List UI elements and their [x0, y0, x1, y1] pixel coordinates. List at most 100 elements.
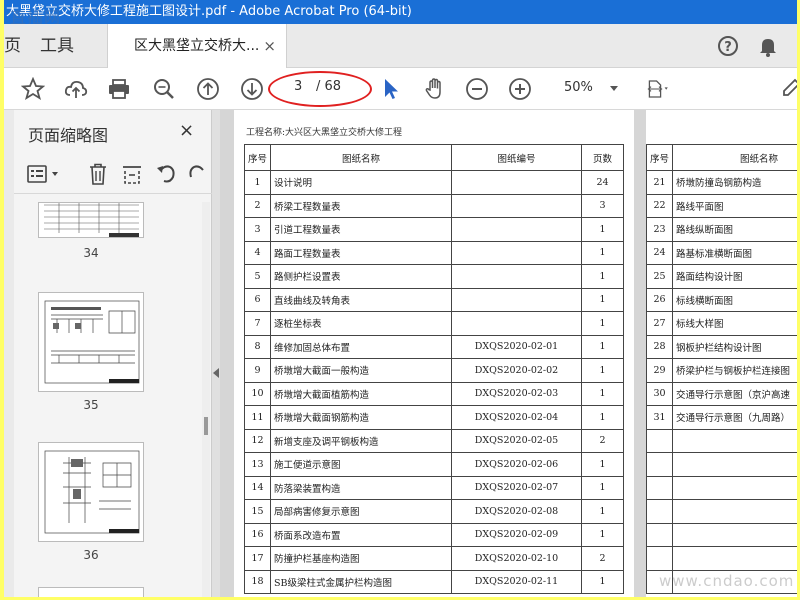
- table-cell: [672, 546, 797, 571]
- notification-bell-icon[interactable]: [756, 34, 780, 58]
- select-cursor-icon[interactable]: [378, 76, 404, 102]
- table-cell: 钢板护栏结构设计图: [672, 334, 797, 359]
- table-row: 22 路线平面图: [645, 193, 797, 218]
- table-cell: 2: [581, 428, 624, 453]
- svg-text:?: ?: [724, 40, 732, 55]
- thumbnail-scrollbar[interactable]: [202, 202, 210, 597]
- tab-close-icon[interactable]: ×: [263, 24, 276, 68]
- table-cell: 15: [243, 499, 272, 524]
- zoom-dropdown-icon[interactable]: [610, 86, 618, 91]
- table-cell: 27: [645, 311, 674, 336]
- search-zoom-icon[interactable]: [151, 76, 177, 102]
- table-header-row: 序号 图纸名称: [645, 144, 797, 171]
- table-row: 25 路面结构设计图: [645, 264, 797, 289]
- thumbnail-options-icon[interactable]: [26, 162, 62, 186]
- table-cell: 直线曲线及转角表: [270, 287, 452, 312]
- scrollbar-thumb[interactable]: [204, 417, 208, 435]
- table-row: 4 路面工程数量表 1: [243, 240, 624, 265]
- table-cell: [451, 287, 582, 312]
- table-cell: 施工便道示意图: [270, 452, 452, 477]
- zoom-in-icon[interactable]: [507, 76, 533, 102]
- zoom-out-icon[interactable]: [464, 76, 490, 102]
- thumbnail-list: 34 35 36: [14, 202, 200, 597]
- print-icon[interactable]: [106, 76, 132, 102]
- column-header: 图纸名称: [672, 144, 797, 171]
- panel-close-icon[interactable]: ×: [179, 120, 194, 141]
- table-cell: 设计说明: [270, 170, 452, 195]
- page-thumbnail-37[interactable]: [38, 587, 144, 597]
- delete-page-icon[interactable]: [86, 162, 110, 186]
- collapse-arrow-icon[interactable]: [213, 368, 219, 378]
- table-cell: 17: [243, 546, 272, 571]
- table-cell: 桥梁工程数量表: [270, 193, 452, 218]
- table-cell: 桥墩防撞岛钢筋构造: [672, 170, 797, 195]
- table-cell: 路面工程数量表: [270, 240, 452, 265]
- table-row: 9 桥墩增大截面一般构造 DXQS2020-02-02 1: [243, 358, 624, 383]
- help-icon[interactable]: ?: [716, 34, 740, 58]
- zoom-level[interactable]: 50%: [564, 80, 593, 95]
- table-cell: 30: [645, 381, 674, 406]
- next-page-icon[interactable]: [239, 76, 265, 102]
- table-cell: [672, 452, 797, 477]
- document-view: 工程名称:大兴区大黑垡立交桥大修工程 序号 图纸名称 图纸编号 页数 1 设计说明 24 2…: [220, 110, 797, 597]
- page-thumbnail-36[interactable]: [38, 442, 144, 542]
- extract-pages-icon[interactable]: [120, 162, 144, 186]
- table-cell: DXQS2020-02-11: [451, 569, 582, 594]
- table-cell: 26: [645, 287, 674, 312]
- thumbnail-label: 34: [83, 246, 99, 260]
- table-cell: 1: [581, 334, 624, 359]
- table-cell: 23: [645, 217, 674, 242]
- rotate-left-icon[interactable]: [154, 162, 178, 186]
- left-rail: [4, 110, 14, 597]
- page-thumbnails-panel: 页面缩略图 × 34 35 36: [14, 110, 212, 597]
- table-cell: 逐桩坐标表: [270, 311, 452, 336]
- table-cell: 1: [581, 569, 624, 594]
- page-thumbnail-35[interactable]: [38, 292, 144, 392]
- table-row: 21 桥墩防撞岛钢筋构造: [645, 170, 797, 195]
- table-row: 12 新增支座及调平钢板构造 DXQS2020-02-05 2: [243, 428, 624, 453]
- red-highlight-oval: [268, 71, 372, 107]
- rotate-right-icon[interactable]: [186, 162, 210, 186]
- table-cell: [451, 170, 582, 195]
- table-row: 5 路侧护栏设置表 1: [243, 264, 624, 289]
- table-cell: [645, 428, 674, 453]
- table-cell: 1: [581, 311, 624, 336]
- cloud-upload-icon[interactable]: [63, 76, 89, 102]
- table-cell: 2: [581, 546, 624, 571]
- page-thumbnail-34[interactable]: [38, 202, 144, 238]
- table-cell: 路面结构设计图: [672, 264, 797, 289]
- hand-tool-icon[interactable]: [422, 76, 448, 102]
- previous-page-icon[interactable]: [195, 76, 221, 102]
- table-cell: 交通导行示意图（九周路）: [672, 405, 797, 430]
- tab-home[interactable]: 页: [4, 24, 24, 68]
- table-cell: 29: [645, 358, 674, 383]
- fill-sign-icon[interactable]: [779, 76, 797, 102]
- table-cell: DXQS2020-02-05: [451, 428, 582, 453]
- table-cell: 7: [243, 311, 272, 336]
- table-cell: 桥面系改造布置: [270, 522, 452, 547]
- table-cell: [451, 193, 582, 218]
- panel-collapse-handle[interactable]: [212, 110, 220, 597]
- table-row: 28 钢板护栏结构设计图: [645, 334, 797, 359]
- table-cell: DXQS2020-02-02: [451, 358, 582, 383]
- table-row: 31 交通导行示意图（九周路）: [645, 405, 797, 430]
- bookmark-star-icon[interactable]: [20, 76, 46, 102]
- table-cell: 3: [581, 193, 624, 218]
- tab-tools[interactable]: 工具: [40, 24, 74, 68]
- table-cell: 13: [243, 452, 272, 477]
- table-row: [645, 546, 797, 571]
- table-row: 24 路基标准横断面图: [645, 240, 797, 265]
- table-cell: 21: [645, 170, 674, 195]
- table-row: [645, 499, 797, 524]
- page-fit-icon[interactable]: [644, 76, 674, 102]
- table-cell: DXQS2020-02-07: [451, 475, 582, 500]
- table-cell: 3: [243, 217, 272, 242]
- table-cell: 路侧护栏设置表: [270, 264, 452, 289]
- table-cell: DXQS2020-02-09: [451, 522, 582, 547]
- tab-document[interactable]: 区大黑垡立交桥大... ×: [107, 24, 287, 68]
- tab-bar: 页 工具 区大黑垡立交桥大... × ?: [4, 24, 797, 68]
- table-cell: 1: [581, 240, 624, 265]
- table-cell: [645, 546, 674, 571]
- table-row: 18 SB级梁柱式金属护栏构造图 DXQS2020-02-11 1: [243, 569, 624, 594]
- table-cell: 22: [645, 193, 674, 218]
